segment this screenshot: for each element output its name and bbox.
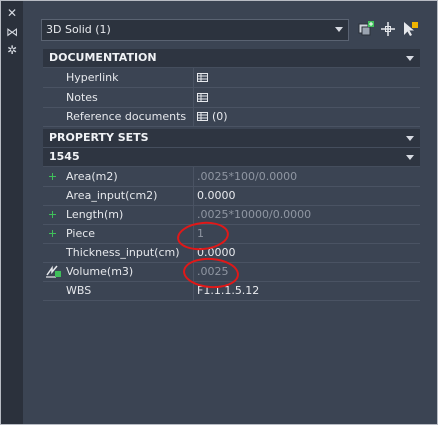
- row-label: WBS: [66, 284, 92, 297]
- grid-icon: [197, 73, 208, 82]
- row-label: Notes: [66, 91, 98, 104]
- collapse-icon[interactable]: ⋈: [4, 25, 20, 39]
- object-type-value: 3D Solid (1): [46, 23, 111, 36]
- select-objects-icon[interactable]: [357, 20, 375, 38]
- row-label: Length(m): [66, 208, 124, 221]
- row-value[interactable]: [197, 71, 212, 84]
- formula-icon: [43, 262, 63, 281]
- prop-row-wbs[interactable]: WBS F1.1.1.5.12: [43, 281, 420, 301]
- row-value[interactable]: (0): [197, 110, 228, 123]
- property-set-name: 1545: [49, 150, 80, 163]
- collapse-arrow-icon[interactable]: [406, 56, 414, 61]
- properties-panel: 3D Solid (1) DOCUMENTATION Hyperlink Not…: [23, 1, 436, 424]
- row-label: Area(m2): [66, 170, 118, 183]
- collapse-arrow-icon[interactable]: [406, 136, 414, 141]
- row-value[interactable]: [197, 91, 212, 104]
- row-value[interactable]: .0025*100/0.0000: [197, 170, 297, 183]
- documentation-title: DOCUMENTATION: [49, 51, 157, 64]
- row-marker: [43, 224, 63, 243]
- prop-row-area-input[interactable]: Area_input(cm2) 0.0000: [43, 186, 420, 206]
- plus-icon: [49, 230, 56, 237]
- collapse-arrow-icon[interactable]: [406, 155, 414, 160]
- row-label: Reference documents: [66, 110, 187, 123]
- object-type-dropdown[interactable]: 3D Solid (1): [41, 19, 349, 41]
- toggle-pickadd-icon[interactable]: [401, 20, 419, 38]
- row-marker: [43, 167, 63, 186]
- property-set-1545-header[interactable]: 1545: [43, 148, 420, 167]
- close-icon[interactable]: ✕: [4, 6, 20, 20]
- doc-row-notes[interactable]: Notes: [43, 88, 420, 108]
- row-value[interactable]: F1.1.1.5.12: [197, 284, 259, 297]
- row-value[interactable]: 0.0000: [197, 246, 236, 259]
- chevron-down-icon: [335, 27, 343, 32]
- prop-row-length[interactable]: Length(m) .0025*10000/0.0000: [43, 205, 420, 225]
- prop-row-area[interactable]: Area(m2) .0025*100/0.0000: [43, 167, 420, 187]
- prop-row-piece[interactable]: Piece 1: [43, 224, 420, 244]
- row-label: Hyperlink: [66, 71, 119, 84]
- grid-icon: [197, 112, 208, 121]
- row-marker: [43, 205, 63, 224]
- plus-icon: [49, 173, 56, 180]
- row-label: Volume(m3): [66, 265, 134, 278]
- doc-row-reference-documents[interactable]: Reference documents (0): [43, 107, 420, 127]
- row-value[interactable]: .0025: [197, 265, 229, 278]
- prop-row-volume[interactable]: Volume(m3) .0025: [43, 262, 420, 282]
- property-sets-header[interactable]: PROPERTY SETS: [43, 129, 420, 148]
- row-label: Area_input(cm2): [66, 189, 158, 202]
- row-label: Piece: [66, 227, 96, 240]
- plus-icon: [49, 211, 56, 218]
- palette-title-strip: ✕ ⋈ ✲: [1, 1, 23, 424]
- row-value[interactable]: .0025*10000/0.0000: [197, 208, 311, 221]
- row-label: Thickness_input(cm): [66, 246, 180, 259]
- row-value[interactable]: 1: [197, 227, 204, 240]
- settings-icon[interactable]: ✲: [4, 43, 20, 57]
- prop-row-thickness-input[interactable]: Thickness_input(cm) 0.0000: [43, 243, 420, 263]
- pick-add-icon[interactable]: [379, 20, 397, 38]
- selection-toolbar: 3D Solid (1): [41, 19, 433, 41]
- documentation-header[interactable]: DOCUMENTATION: [43, 49, 420, 68]
- row-value[interactable]: 0.0000: [197, 189, 236, 202]
- doc-row-hyperlink[interactable]: Hyperlink: [43, 68, 420, 88]
- grid-icon: [197, 93, 208, 102]
- property-sets-title: PROPERTY SETS: [49, 131, 149, 144]
